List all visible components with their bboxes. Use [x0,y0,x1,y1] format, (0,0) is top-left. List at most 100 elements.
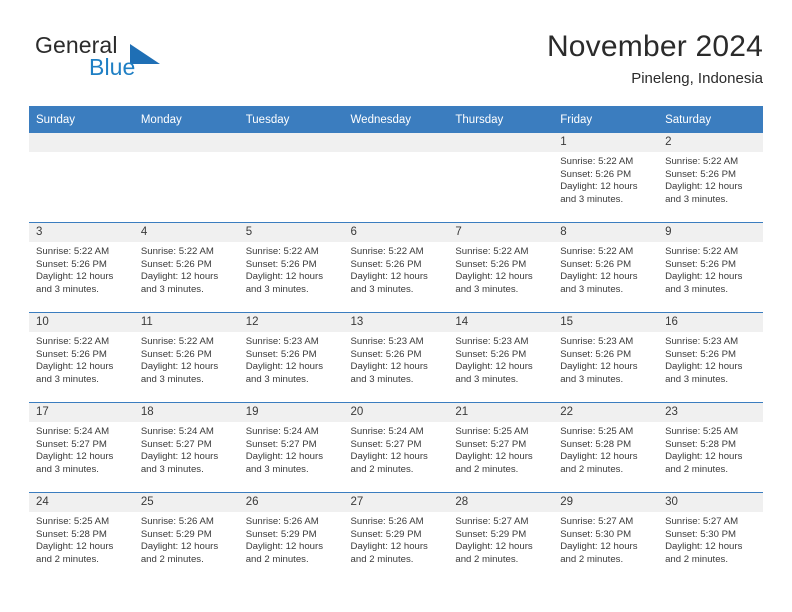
day-details: Sunrise: 5:26 AM Sunset: 5:29 PM Daylight:… [344,512,449,566]
sunset-time: Sunset: 5:27 PM [245,438,317,450]
sunrise-time: Sunrise: 5:24 AM [350,426,424,437]
calendar-day-cell[interactable]: 11 Sunrise: 5:22 AM Sunset: 5:26 PM Dayligh… [133,312,239,403]
day-number: 2 [658,133,763,152]
sunrise-time: Sunrise: 5:22 AM [350,246,424,257]
sunset-time: Sunset: 5:26 PM [455,258,527,270]
sunrise-time: Sunrise: 5:23 AM [560,336,634,347]
calendar-day-cell[interactable]: 10 Sunrise: 5:22 AM Sunset: 5:26 PM Dayligh… [29,312,134,403]
day-cell-inner: 1 Sunrise: 5:22 AM Sunset: 5:26 PM Daylight… [553,133,659,222]
calendar-day-cell[interactable]: 30 Sunrise: 5:27 AM Sunset: 5:30 PM Dayligh… [658,492,763,582]
weekday-header-friday: Friday [553,106,659,133]
calendar-day-cell[interactable]: 16 Sunrise: 5:23 AM Sunset: 5:26 PM Dayligh… [658,312,763,403]
sunset-time: Sunset: 5:26 PM [350,348,422,360]
calendar-week-row: 3 Sunrise: 5:22 AM Sunset: 5:26 PM Daylight… [29,222,763,313]
day-cell-inner: 24 Sunrise: 5:25 AM Sunset: 5:28 PM Dayligh… [29,493,134,582]
calendar-day-cell[interactable]: 6 Sunrise: 5:22 AM Sunset: 5:26 PM Daylight… [343,222,449,313]
day-details: Sunrise: 5:22 AM Sunset: 5:26 PM Daylight:… [344,242,449,296]
sunset-time: Sunset: 5:26 PM [560,168,632,180]
calendar-day-cell[interactable]: 19 Sunrise: 5:24 AM Sunset: 5:27 PM Dayligh… [238,402,344,493]
calendar-day-cell[interactable]: 9 Sunrise: 5:22 AM Sunset: 5:26 PM Daylight… [658,222,763,313]
calendar-day-cell[interactable]: 27 Sunrise: 5:26 AM Sunset: 5:29 PM Dayligh… [343,492,449,582]
day-number: 10 [29,313,134,332]
calendar-day-cell[interactable]: 3 Sunrise: 5:22 AM Sunset: 5:26 PM Daylight… [29,222,134,313]
sunset-time: Sunset: 5:26 PM [560,348,632,360]
calendar-day-cell[interactable]: 12 Sunrise: 5:23 AM Sunset: 5:26 PM Dayligh… [238,312,344,403]
calendar-day-cell[interactable]: 13 Sunrise: 5:23 AM Sunset: 5:26 PM Dayligh… [343,312,449,403]
calendar-day-cell[interactable]: 2 Sunrise: 5:22 AM Sunset: 5:26 PM Daylight… [658,133,763,223]
sunset-time: Sunset: 5:26 PM [36,348,107,360]
day-details: Sunrise: 5:22 AM Sunset: 5:26 PM Daylight:… [658,242,763,296]
calendar-day-cell[interactable]: 14 Sunrise: 5:23 AM Sunset: 5:26 PM Dayligh… [448,312,554,403]
weekday-header-wednesday: Wednesday [343,106,449,133]
daylight-duration-line2: and 3 minutes. [36,283,99,295]
day-details: Sunrise: 5:22 AM Sunset: 5:26 PM Daylight:… [29,332,134,386]
daylight-duration-line1: Daylight: 12 hours [560,451,638,463]
day-cell-inner: 25 Sunrise: 5:26 AM Sunset: 5:29 PM Dayligh… [133,493,239,582]
calendar-day-cell[interactable]: 29 Sunrise: 5:27 AM Sunset: 5:30 PM Dayligh… [553,492,659,582]
day-number [133,133,239,152]
day-number: 9 [658,223,763,242]
daylight-duration-line1: Daylight: 12 hours [665,451,743,463]
day-number: 15 [553,313,659,332]
calendar-day-cell[interactable]: 26 Sunrise: 5:26 AM Sunset: 5:29 PM Dayligh… [238,492,344,582]
day-number: 1 [553,133,659,152]
day-number: 4 [133,223,239,242]
page-title: November 2024 [546,30,763,63]
calendar-day-cell[interactable]: 18 Sunrise: 5:24 AM Sunset: 5:27 PM Dayligh… [133,402,239,493]
day-details: Sunrise: 5:23 AM Sunset: 5:26 PM Daylight:… [553,332,658,386]
daylight-duration-line1: Daylight: 12 hours [140,361,219,373]
daylight-duration-line2: and 2 minutes. [350,463,414,475]
calendar-day-cell[interactable]: 8 Sunrise: 5:22 AM Sunset: 5:26 PM Daylight… [553,222,659,313]
calendar-day-cell[interactable]: 25 Sunrise: 5:26 AM Sunset: 5:29 PM Dayligh… [133,492,239,582]
calendar-day-cell[interactable]: 23 Sunrise: 5:25 AM Sunset: 5:28 PM Dayligh… [658,402,763,493]
sunset-time: Sunset: 5:29 PM [350,528,422,540]
daylight-duration-line1: Daylight: 12 hours [36,361,114,373]
sunset-time: Sunset: 5:26 PM [140,348,212,360]
calendar-page: General Blue November 2024 Pineleng, Ind… [0,0,792,612]
day-number: 25 [133,493,239,512]
daylight-duration-line2: and 2 minutes. [245,553,309,565]
sunrise-time: Sunrise: 5:25 AM [36,516,110,527]
calendar-day-cell[interactable]: 15 Sunrise: 5:23 AM Sunset: 5:26 PM Dayligh… [553,312,659,403]
calendar-day-cell [448,133,554,223]
calendar-day-cell[interactable]: 20 Sunrise: 5:24 AM Sunset: 5:27 PM Dayligh… [343,402,449,493]
daylight-duration-line2: and 3 minutes. [140,283,204,295]
calendar-day-cell [343,133,449,223]
calendar-day-cell[interactable]: 22 Sunrise: 5:25 AM Sunset: 5:28 PM Dayligh… [553,402,659,493]
calendar-day-cell[interactable]: 21 Sunrise: 5:25 AM Sunset: 5:27 PM Dayligh… [448,402,554,493]
sunset-time: Sunset: 5:26 PM [245,348,317,360]
sunset-time: Sunset: 5:28 PM [560,438,632,450]
calendar-day-cell[interactable]: 7 Sunrise: 5:22 AM Sunset: 5:26 PM Daylight… [448,222,554,313]
day-number [343,133,449,152]
day-details: Sunrise: 5:23 AM Sunset: 5:26 PM Daylight:… [658,332,763,386]
sunset-time: Sunset: 5:26 PM [665,258,736,270]
sunrise-time: Sunrise: 5:25 AM [455,426,529,437]
day-number: 13 [343,313,449,332]
calendar-day-cell[interactable]: 4 Sunrise: 5:22 AM Sunset: 5:26 PM Daylight… [133,222,239,313]
day-cell-inner: 29 Sunrise: 5:27 AM Sunset: 5:30 PM Dayligh… [553,493,659,582]
day-details: Sunrise: 5:26 AM Sunset: 5:29 PM Daylight:… [239,512,344,566]
day-number: 16 [658,313,763,332]
sunset-time: Sunset: 5:27 PM [36,438,107,450]
daylight-duration-line1: Daylight: 12 hours [350,541,428,553]
calendar-day-cell[interactable]: 24 Sunrise: 5:25 AM Sunset: 5:28 PM Dayligh… [29,492,134,582]
daylight-duration-line2: and 2 minutes. [455,553,519,565]
general-blue-logo[interactable]: General Blue [29,32,259,94]
day-details: Sunrise: 5:23 AM Sunset: 5:26 PM Daylight:… [239,332,344,386]
day-details: Sunrise: 5:22 AM Sunset: 5:26 PM Daylight:… [658,152,763,206]
weekday-header-thursday: Thursday [448,106,554,133]
title-block: November 2024 Pineleng, Indonesia [547,28,763,90]
day-cell-inner: 30 Sunrise: 5:27 AM Sunset: 5:30 PM Dayligh… [658,493,763,582]
sunset-time: Sunset: 5:27 PM [350,438,422,450]
calendar-day-cell[interactable]: 17 Sunrise: 5:24 AM Sunset: 5:27 PM Dayligh… [29,402,134,493]
day-cell-inner: 9 Sunrise: 5:22 AM Sunset: 5:26 PM Daylight… [658,223,763,312]
calendar-day-cell[interactable]: 1 Sunrise: 5:22 AM Sunset: 5:26 PM Daylight… [553,133,659,223]
daylight-duration-line1: Daylight: 12 hours [560,181,638,193]
calendar-day-cell[interactable]: 28 Sunrise: 5:27 AM Sunset: 5:29 PM Dayligh… [448,492,554,582]
daylight-duration-line1: Daylight: 12 hours [665,361,743,373]
calendar-day-cell[interactable]: 5 Sunrise: 5:22 AM Sunset: 5:26 PM Daylight… [238,222,344,313]
sunrise-time: Sunrise: 5:22 AM [140,246,214,257]
day-number: 21 [448,403,554,422]
day-number: 20 [343,403,449,422]
day-number: 19 [238,403,344,422]
